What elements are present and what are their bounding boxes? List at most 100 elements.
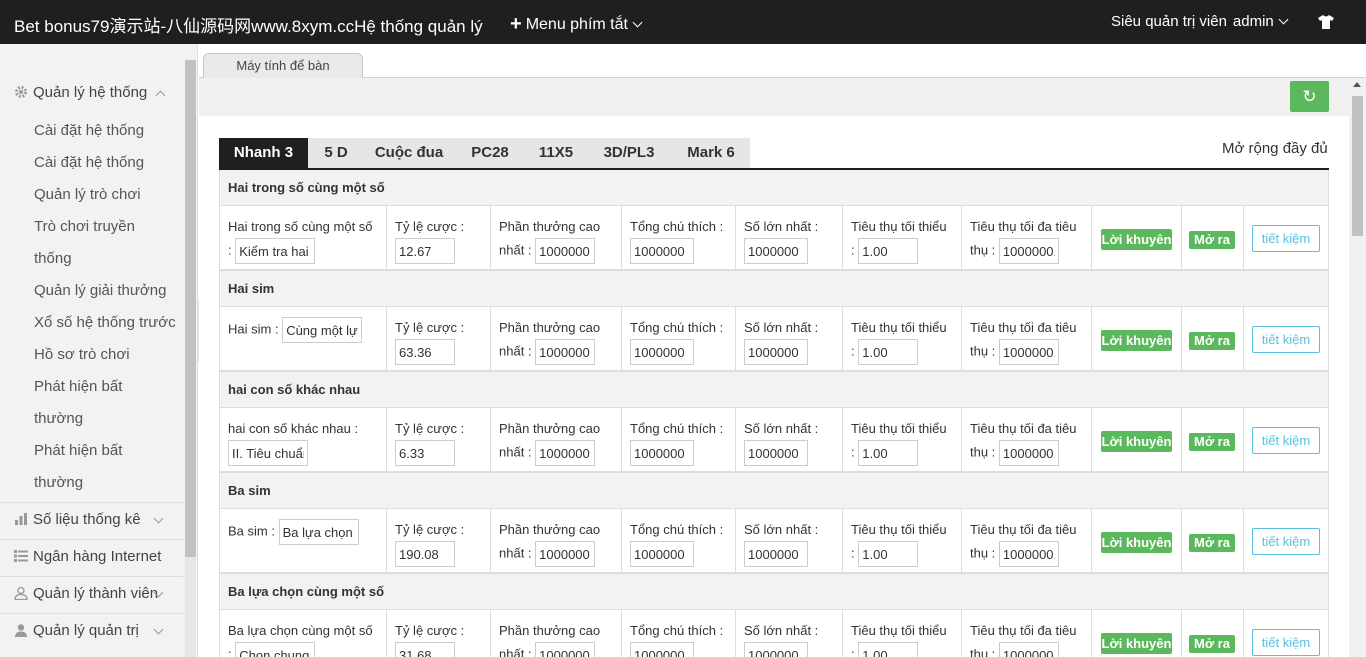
- tab-5d[interactable]: 5 D: [308, 138, 364, 168]
- sidebar-item[interactable]: Phát hiện bất: [34, 378, 122, 395]
- total-note-input[interactable]: [630, 440, 694, 466]
- min-spend-input[interactable]: [858, 339, 919, 365]
- tab-cuoc-dua[interactable]: Cuộc đua: [364, 138, 454, 168]
- odds-input[interactable]: [395, 541, 455, 567]
- sidebar-item[interactable]: Xổ số hệ thống trước: [34, 314, 176, 331]
- cell-advice: Lời khuyên: [1092, 408, 1182, 472]
- odds-input[interactable]: [395, 339, 455, 365]
- max-spend-input[interactable]: [998, 541, 1059, 567]
- sidebar-group-label: Quản lý quản trị: [33, 622, 139, 639]
- advice-button[interactable]: Lời khuyên: [1101, 431, 1172, 452]
- min-spend-input[interactable]: [858, 642, 919, 657]
- sidebar-group-members[interactable]: Quản lý thành viên: [14, 585, 164, 602]
- open-toggle[interactable]: Mở ra: [1189, 635, 1235, 653]
- cell-open: Mở ra: [1182, 307, 1244, 371]
- sidebar-group-stats[interactable]: Số liệu thống kê: [14, 511, 164, 528]
- play-input[interactable]: [228, 440, 308, 466]
- scroll-up-arrow[interactable]: [1353, 82, 1361, 87]
- odds-input[interactable]: [395, 642, 455, 657]
- theme-shirt-icon[interactable]: [1318, 15, 1334, 29]
- quick-menu-button[interactable]: + Menu phím tắt: [510, 12, 643, 35]
- min-spend-input[interactable]: [858, 238, 919, 264]
- refresh-icon: ↻: [1302, 87, 1317, 106]
- max-number-input[interactable]: [744, 339, 808, 365]
- sidebar-group-admins[interactable]: Quản lý quản trị: [14, 622, 164, 639]
- odds-table: Hai trong số cùng một số Hai trong số cùn…: [219, 170, 1329, 657]
- user-menu[interactable]: Siêu quản trị viên admin: [1111, 13, 1289, 30]
- max-prize-input[interactable]: [535, 642, 596, 657]
- sidebar-item[interactable]: Cài đặt hệ thống: [34, 122, 144, 139]
- advice-button[interactable]: Lời khuyên: [1101, 532, 1172, 553]
- open-toggle[interactable]: Mở ra: [1189, 433, 1235, 451]
- total-note-input[interactable]: [630, 238, 694, 264]
- sidebar-group-system[interactable]: Quản lý hệ thống: [14, 84, 166, 101]
- advice-button[interactable]: Lời khuyên: [1101, 229, 1172, 250]
- tab-mark6[interactable]: Mark 6: [672, 138, 750, 168]
- max-number-input[interactable]: [744, 642, 808, 657]
- field-label: hai con số khác nhau :: [228, 421, 359, 436]
- save-button[interactable]: tiết kiệm: [1252, 427, 1320, 454]
- tab-11x5[interactable]: 11X5: [526, 138, 586, 168]
- sidebar-item[interactable]: Phát hiện bất: [34, 442, 122, 459]
- max-number-input[interactable]: [744, 440, 808, 466]
- sidebar-item[interactable]: thường: [34, 410, 83, 427]
- max-spend-input[interactable]: [998, 642, 1059, 657]
- save-button[interactable]: tiết kiệm: [1252, 528, 1320, 555]
- sidebar-group-bank[interactable]: Ngân hàng Internet: [14, 548, 161, 565]
- sidebar-item[interactable]: Quản lý giải thưởng: [34, 282, 166, 299]
- max-prize-input[interactable]: [535, 440, 596, 466]
- quick-menu-label: Menu phím tắt: [525, 16, 628, 33]
- refresh-button[interactable]: ↻: [1290, 81, 1329, 112]
- total-note-input[interactable]: [630, 339, 694, 365]
- field-label: Tổng chú thích :: [630, 522, 724, 537]
- page-tab-desktop[interactable]: Máy tính để bàn: [203, 53, 363, 78]
- play-input[interactable]: [278, 519, 359, 545]
- min-spend-input[interactable]: [858, 440, 919, 466]
- section-title: Hai sim: [220, 270, 1328, 307]
- sidebar-item[interactable]: thống: [34, 250, 72, 267]
- tab-3d-pl3[interactable]: 3D/PL3: [586, 138, 672, 168]
- save-button[interactable]: tiết kiệm: [1252, 225, 1320, 252]
- advice-button[interactable]: Lời khuyên: [1101, 330, 1172, 351]
- save-button[interactable]: tiết kiệm: [1252, 326, 1320, 353]
- sidebar-item[interactable]: thường: [34, 474, 83, 491]
- total-note-input[interactable]: [630, 642, 694, 657]
- play-input[interactable]: [235, 238, 316, 264]
- tab-pc28[interactable]: PC28: [454, 138, 526, 168]
- cell-max-number: Số lớn nhất :: [736, 610, 843, 657]
- cell-min-spend: Tiêu thụ tối thiểu :: [843, 307, 962, 371]
- max-number-input[interactable]: [744, 238, 808, 264]
- open-toggle[interactable]: Mở ra: [1189, 332, 1235, 350]
- cell-open: Mở ra: [1182, 408, 1244, 472]
- max-prize-input[interactable]: [535, 541, 596, 567]
- odds-input[interactable]: [395, 440, 455, 466]
- scrollbar-thumb[interactable]: [1352, 96, 1363, 236]
- max-spend-input[interactable]: [998, 339, 1059, 365]
- advice-button[interactable]: Lời khuyên: [1101, 633, 1172, 654]
- max-spend-input[interactable]: [998, 238, 1059, 264]
- cell-save: tiết kiệm: [1244, 610, 1328, 657]
- min-spend-input[interactable]: [858, 541, 919, 567]
- sidebar-scrollbar[interactable]: [185, 60, 196, 557]
- total-note-input[interactable]: [630, 541, 694, 567]
- page-scrollbar[interactable]: [1349, 78, 1366, 657]
- open-toggle[interactable]: Mở ra: [1189, 231, 1235, 249]
- save-button[interactable]: tiết kiệm: [1252, 629, 1320, 656]
- play-input[interactable]: [235, 642, 316, 657]
- field-label: Tỷ lệ cược :: [395, 522, 465, 537]
- sidebar-item[interactable]: Cài đặt hệ thống: [34, 154, 144, 171]
- expand-all-link[interactable]: Mở rộng đầy đủ: [1222, 140, 1328, 157]
- top-bar: Bet bonus79演示站-八仙源码网www.8xym.ccHệ thống …: [0, 0, 1366, 44]
- sidebar-item[interactable]: Hồ sơ trò chơi: [34, 346, 130, 363]
- tab-nhanh3[interactable]: Nhanh 3: [219, 138, 308, 168]
- sidebar-item[interactable]: Trò chơi truyền: [34, 218, 135, 235]
- odds-input[interactable]: [395, 238, 455, 264]
- app-title[interactable]: Bet bonus79演示站-八仙源码网www.8xym.ccHệ thống …: [14, 12, 483, 37]
- max-prize-input[interactable]: [535, 238, 596, 264]
- open-toggle[interactable]: Mở ra: [1189, 534, 1235, 552]
- max-spend-input[interactable]: [998, 440, 1059, 466]
- max-prize-input[interactable]: [535, 339, 596, 365]
- max-number-input[interactable]: [744, 541, 808, 567]
- play-input[interactable]: [282, 317, 363, 343]
- sidebar-item[interactable]: Quản lý trò chơi: [34, 186, 141, 203]
